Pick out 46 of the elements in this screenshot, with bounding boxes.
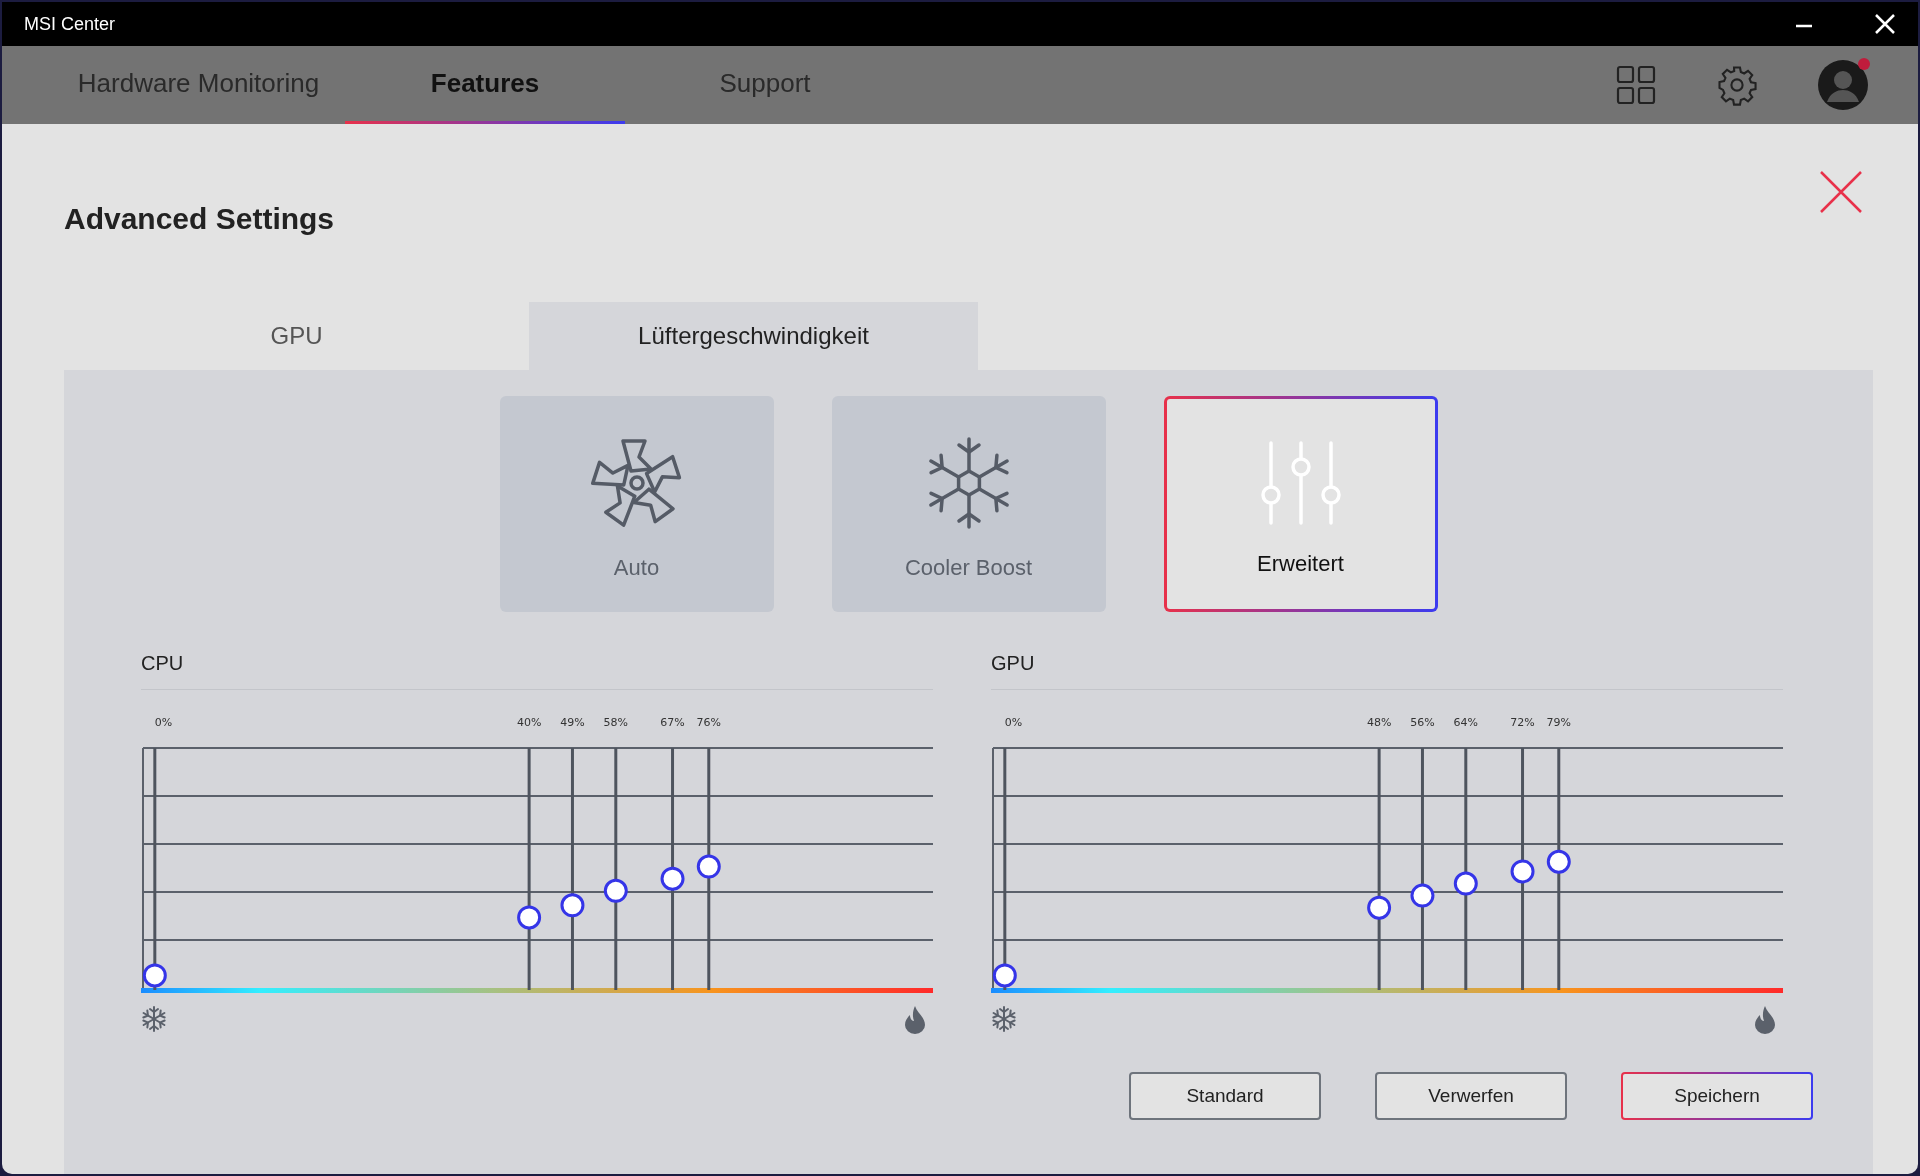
flame-icon [1753,1006,1777,1034]
fan-mode-card[interactable]: Auto [499,396,774,612]
nav-tab[interactable]: Support [625,46,905,124]
temperature-label: 76% [696,716,721,729]
temperature-label: 79% [1546,716,1571,729]
window-title: MSI Center [24,13,116,35]
action-button[interactable]: Speichern [1621,1072,1813,1120]
temperature-label: 0% [154,716,173,729]
curve-point-handle[interactable] [696,854,721,879]
action-button[interactable]: Standard [1129,1072,1321,1120]
apps-grid-icon[interactable] [1616,65,1656,105]
nav-tab[interactable]: Features [345,46,625,124]
curve-point-handle[interactable] [1510,859,1535,884]
curve-point-handle[interactable] [142,963,167,988]
temperature-label: 56% [1410,716,1435,729]
page-title: Advanced Settings [64,202,335,236]
fan-icon [590,436,683,529]
temperature-label: 48% [1366,716,1392,729]
temperature-label: 49% [560,716,585,729]
temperature-label: 0% [1004,716,1023,729]
profile-avatar[interactable] [1818,60,1868,110]
curve-point-handle[interactable] [992,963,1017,988]
temperature-label: 67% [660,716,685,729]
curve-point-handle[interactable] [517,905,542,930]
curve-point-handle[interactable] [1453,871,1478,896]
action-button[interactable]: Verwerfen [1375,1072,1567,1120]
curve-point-handle[interactable] [560,893,585,918]
flame-icon [903,1006,927,1034]
settings-icon[interactable] [1716,64,1758,106]
temperature-label: 40% [516,716,542,729]
nav-tab[interactable]: Hardware Monitoring [52,46,345,124]
curve-point-handle[interactable] [1546,849,1571,874]
curve-point-handle[interactable] [1367,895,1392,920]
snowflake-icon [991,1006,1017,1032]
sliders-icon [1260,440,1341,525]
curve-title: GPU [991,652,1036,675]
fan-mode-card[interactable]: Cooler Boost [831,396,1106,612]
temperature-label: 72% [1510,716,1535,729]
curve-title: CPU [141,652,185,675]
curve-point-handle[interactable] [1410,883,1435,908]
snowflake-icon [141,1006,167,1032]
temperature-label: 58% [603,716,629,729]
tab[interactable]: Lüftergeschwindigkeit [529,302,978,370]
curve-point-handle[interactable] [603,878,628,903]
temperature-label: 64% [1453,716,1479,729]
curve-point-handle[interactable] [660,866,685,891]
